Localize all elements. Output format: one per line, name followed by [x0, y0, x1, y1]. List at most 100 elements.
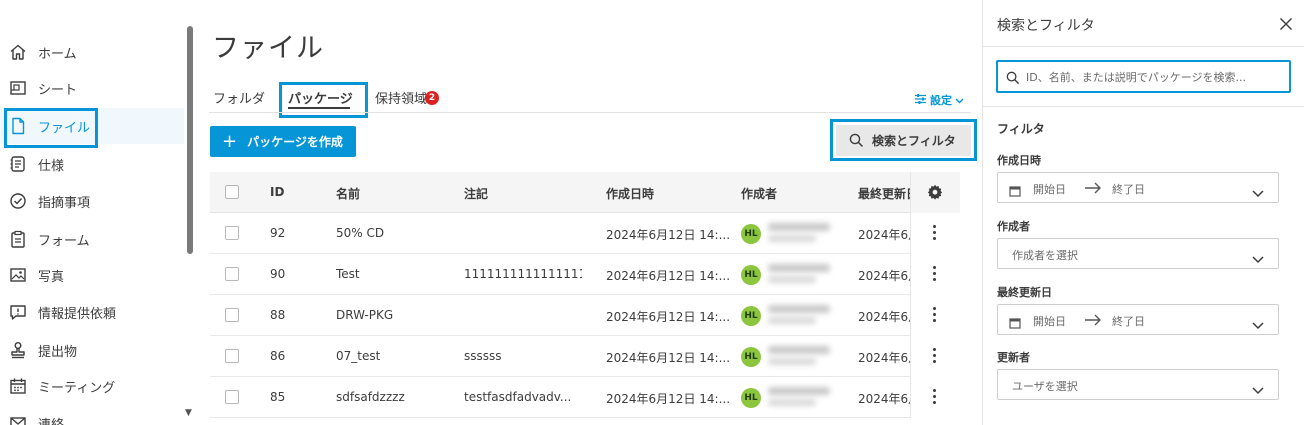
calendar-icon — [1009, 314, 1021, 333]
row-checkbox[interactable] — [225, 308, 239, 322]
created-end-date: 終了日 — [1112, 183, 1145, 196]
avatar: HL — [741, 347, 761, 367]
sidebar-item-issues[interactable]: 指摘事項 — [0, 183, 184, 219]
settings-label: 設定 — [930, 94, 952, 107]
select-all-checkbox[interactable] — [225, 185, 239, 199]
tab-retention[interactable]: 保持領域 — [375, 88, 427, 107]
calendar-icon — [8, 377, 28, 395]
cell-id: 88 — [270, 308, 286, 322]
sidebar-item-photos[interactable]: 写真 — [0, 257, 184, 293]
row-actions-cell — [910, 295, 960, 336]
close-icon[interactable] — [1279, 16, 1293, 30]
cell-id: 90 — [270, 267, 286, 281]
cell-name[interactable]: Test — [336, 267, 360, 281]
search-icon — [1006, 70, 1020, 89]
sidebar-item-label: 提出物 — [38, 344, 78, 360]
cell-created: 2024年6月12日 14:... — [606, 269, 731, 283]
cell-name[interactable]: 50% CD — [336, 226, 384, 240]
cell-created: 2024年6月12日 14:... — [606, 392, 731, 406]
cell-created: 2024年6月12日 14:... — [606, 228, 731, 242]
package-search-field[interactable] — [996, 60, 1291, 93]
cell-id: 86 — [270, 349, 286, 363]
sidebar-item-specifications[interactable]: 仕様 — [0, 146, 184, 182]
row-actions-cell — [910, 254, 960, 295]
main-content: ファイル フォルダ パッケージ 保持領域 2 設定 + パッケージを作成 検索と… — [203, 0, 981, 425]
home-icon — [8, 43, 28, 61]
panel-divider — [983, 106, 1304, 107]
cell-name[interactable]: DRW-PKG — [336, 308, 393, 322]
table-row[interactable]: 88 DRW-PKG 2024年6月12日 14:... HL 2024年6月 — [210, 295, 960, 336]
table-row[interactable]: 86 07_test ssssss 2024年6月12日 14:... HL 2… — [210, 336, 960, 377]
sidebar-scrollbar[interactable] — [187, 26, 193, 254]
column-header-note[interactable]: 注記 — [464, 185, 488, 202]
redacted-creator-name — [766, 344, 832, 368]
more-options-icon[interactable] — [933, 307, 937, 323]
updater-select[interactable]: ユーザを選択 — [997, 369, 1279, 400]
sidebar-item-label: ミーティング — [38, 380, 116, 396]
chevron-down-icon — [1252, 183, 1264, 202]
sidebar-item-label: シート — [38, 82, 78, 98]
updater-label: 更新者 — [997, 351, 1030, 364]
row-checkbox[interactable] — [225, 390, 239, 404]
create-package-button[interactable]: + パッケージを作成 — [210, 126, 356, 157]
column-header-id[interactable]: ID — [270, 185, 284, 199]
more-options-icon[interactable] — [933, 348, 937, 364]
created-start-date: 開始日 — [1033, 183, 1066, 196]
avatar: HL — [741, 224, 761, 244]
table-row[interactable]: 85 sdfsafdzzzz testfasdfadvadv... 2024年6… — [210, 377, 960, 418]
highlight-box-files — [4, 108, 98, 148]
sidebar-item-correspondence[interactable]: 連絡 — [0, 405, 184, 425]
photo-icon — [8, 266, 28, 284]
updated-date-range-picker[interactable]: 開始日 終了日 — [997, 304, 1279, 335]
search-filter-panel: 検索とフィルタ フィルタ 作成日時 開始日 終了日 作成者 作成者を選択 最終更… — [982, 0, 1304, 425]
sidebar-item-rfi[interactable]: 情報提供依頼 — [0, 294, 184, 330]
cell-name[interactable]: sdfsafdzzzz — [336, 390, 405, 404]
more-options-icon[interactable] — [933, 266, 937, 282]
sidebar-item-label: ホーム — [38, 46, 77, 62]
sidebar-item-label: 仕様 — [38, 158, 65, 174]
creator-select[interactable]: 作成者を選択 — [997, 238, 1279, 269]
sidebar-item-submittals[interactable]: 提出物 — [0, 332, 184, 368]
row-checkbox[interactable] — [225, 349, 239, 363]
column-header-updated[interactable]: 最終更新日 — [858, 185, 910, 202]
cell-name[interactable]: 07_test — [336, 349, 380, 363]
arrow-right-icon — [1084, 312, 1102, 331]
column-header-name[interactable]: 名前 — [336, 185, 360, 202]
tab-folders[interactable]: フォルダ — [213, 88, 265, 107]
panel-header-divider — [983, 46, 1304, 47]
cell-created: 2024年6月12日 14:... — [606, 351, 731, 365]
table-row[interactable]: 90 Test 1111111111111111... 2024年6月12日 1… — [210, 254, 960, 295]
package-search-input[interactable] — [1026, 67, 1284, 87]
sidebar-item-meetings[interactable]: ミーティング — [0, 368, 184, 404]
sheet-icon — [8, 79, 28, 97]
chevron-down-icon — [955, 94, 964, 107]
specification-icon — [8, 155, 28, 173]
column-settings-cell — [910, 172, 960, 213]
issue-check-icon — [8, 192, 28, 210]
scroll-down-arrow-icon[interactable]: ▼ — [185, 408, 192, 418]
cell-note: 1111111111111111... — [464, 267, 582, 281]
column-header-creator[interactable]: 作成者 — [741, 185, 777, 202]
column-header-created[interactable]: 作成日時 — [606, 185, 654, 202]
gear-icon[interactable] — [927, 184, 943, 204]
sidebar: ホーム シート ファイル 仕様 指摘事項 フォーム 写真 情報提供依頼 提出物 … — [0, 0, 196, 425]
sidebar-item-forms[interactable]: フォーム — [0, 221, 184, 257]
created-date-range-picker[interactable]: 開始日 終了日 — [997, 172, 1279, 203]
table-row[interactable]: 92 50% CD 2024年6月12日 14:... HL 2024年6月 — [210, 213, 960, 254]
row-actions-cell — [910, 213, 960, 254]
updater-placeholder: ユーザを選択 — [1012, 380, 1078, 393]
tabs-divider — [209, 112, 971, 113]
settings-button[interactable]: 設定 — [914, 92, 964, 108]
chevron-down-icon — [1252, 380, 1264, 399]
calendar-icon — [1009, 182, 1021, 201]
cell-updated: 2024年6月 — [858, 228, 910, 242]
sidebar-item-home[interactable]: ホーム — [0, 34, 184, 70]
mail-icon — [8, 414, 28, 425]
more-options-icon[interactable] — [933, 389, 937, 405]
row-actions-cell — [910, 336, 960, 377]
row-checkbox[interactable] — [225, 226, 239, 240]
page-title: ファイル — [212, 33, 324, 64]
sidebar-item-sheets[interactable]: シート — [0, 70, 184, 106]
row-checkbox[interactable] — [225, 267, 239, 281]
more-options-icon[interactable] — [933, 225, 937, 241]
